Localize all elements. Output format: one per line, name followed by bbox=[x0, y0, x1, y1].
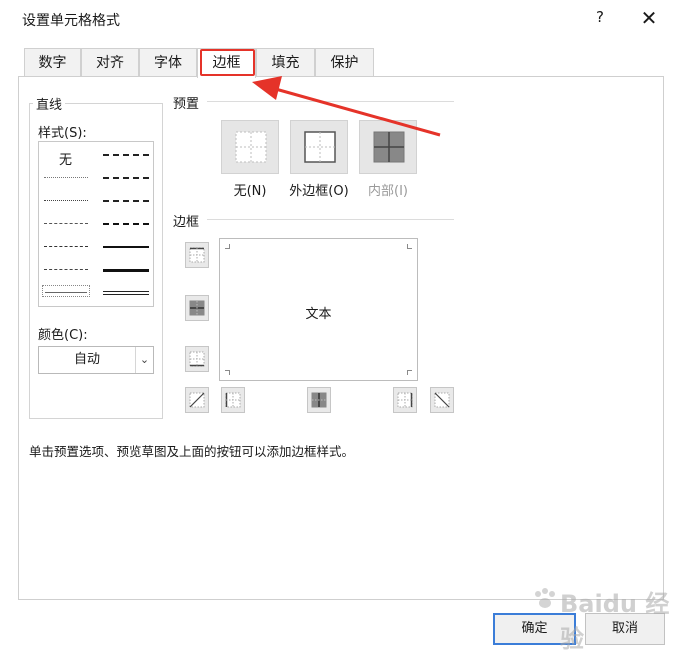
top-border-button[interactable] bbox=[185, 242, 209, 268]
bottom-border-button[interactable] bbox=[185, 346, 209, 372]
line-style-option[interactable] bbox=[44, 200, 88, 201]
presets-divider bbox=[207, 101, 454, 102]
line-style-option[interactable] bbox=[103, 246, 149, 248]
preset-outline-label: 外边框(O) bbox=[289, 184, 349, 199]
inside-border-icon bbox=[373, 131, 405, 163]
left-border-button[interactable] bbox=[221, 387, 245, 413]
presets-title: 预置 bbox=[173, 97, 200, 112]
line-color-value: 自动 bbox=[73, 352, 100, 367]
line-style-label: 样式(S): bbox=[38, 126, 87, 141]
line-style-option[interactable] bbox=[44, 177, 88, 178]
line-style-option[interactable] bbox=[103, 223, 149, 225]
diagonal-down-border-icon bbox=[434, 392, 450, 408]
watermark-text: Baidu 经验 bbox=[560, 590, 670, 653]
top-border-icon bbox=[189, 247, 205, 263]
tab-protection[interactable]: 保护 bbox=[315, 48, 374, 77]
tab-font[interactable]: 字体 bbox=[139, 48, 197, 77]
line-color-select[interactable]: 自动 ⌄ bbox=[38, 346, 154, 374]
line-style-option[interactable] bbox=[103, 154, 149, 156]
right-border-button[interactable] bbox=[393, 387, 417, 413]
border-preview[interactable]: 文本 bbox=[219, 238, 418, 381]
preview-text: 文本 bbox=[305, 307, 332, 322]
preset-inside-label: 内部(I) bbox=[368, 184, 408, 199]
border-divider bbox=[207, 219, 454, 220]
preview-corner-mark bbox=[407, 370, 412, 375]
diagonal-up-border-button[interactable] bbox=[185, 387, 209, 413]
no-border-icon bbox=[235, 131, 267, 163]
preset-inside-button[interactable] bbox=[359, 120, 417, 174]
title-bar: 设置单元格格式 ? ✕ bbox=[0, 0, 695, 36]
line-style-none[interactable]: 无 bbox=[59, 149, 72, 168]
inside-horizontal-border-button[interactable] bbox=[185, 295, 209, 321]
line-style-option-selected[interactable] bbox=[42, 285, 90, 297]
line-style-option[interactable] bbox=[103, 269, 149, 272]
dialog-title: 设置单元格格式 bbox=[22, 13, 120, 29]
preview-corner-mark bbox=[225, 244, 230, 249]
paw-logo-icon bbox=[535, 588, 555, 608]
line-style-option[interactable] bbox=[103, 291, 149, 295]
diagonal-up-border-icon bbox=[189, 392, 205, 408]
preset-outline-button[interactable] bbox=[290, 120, 348, 174]
chevron-down-icon[interactable]: ⌄ bbox=[135, 347, 153, 373]
inside-vertical-border-button[interactable] bbox=[307, 387, 331, 413]
line-group-title: 直线 bbox=[33, 94, 66, 113]
line-style-option[interactable] bbox=[44, 223, 88, 224]
right-border-icon bbox=[397, 392, 413, 408]
left-border-icon bbox=[225, 392, 241, 408]
preview-corner-mark bbox=[225, 370, 230, 375]
inside-horizontal-border-icon bbox=[189, 300, 205, 316]
inside-vertical-border-icon bbox=[311, 392, 327, 408]
help-button[interactable]: ? bbox=[590, 8, 610, 30]
line-style-option[interactable] bbox=[44, 269, 88, 270]
baidu-watermark: Baidu 经验 bbox=[530, 578, 680, 653]
close-button[interactable]: ✕ bbox=[636, 6, 662, 32]
line-style-option[interactable] bbox=[45, 292, 87, 293]
tab-highlight-box bbox=[200, 49, 255, 76]
preset-none-button[interactable] bbox=[221, 120, 279, 174]
line-style-option[interactable] bbox=[103, 177, 149, 179]
outline-border-icon bbox=[304, 131, 336, 163]
diagonal-down-border-button[interactable] bbox=[430, 387, 454, 413]
tab-number[interactable]: 数字 bbox=[24, 48, 81, 77]
tab-alignment[interactable]: 对齐 bbox=[81, 48, 139, 77]
line-style-list[interactable]: 无 bbox=[38, 141, 154, 307]
hint-text: 单击预置选项、预览草图及上面的按钮可以添加边框样式。 bbox=[29, 444, 355, 459]
preset-none-label: 无(N) bbox=[233, 184, 267, 199]
line-style-option[interactable] bbox=[103, 200, 149, 202]
border-title: 边框 bbox=[173, 215, 200, 230]
tab-fill[interactable]: 填充 bbox=[256, 48, 315, 77]
preview-corner-mark bbox=[407, 244, 412, 249]
line-color-label: 颜色(C): bbox=[38, 328, 88, 343]
bottom-border-icon bbox=[189, 351, 205, 367]
line-style-option[interactable] bbox=[44, 246, 88, 247]
